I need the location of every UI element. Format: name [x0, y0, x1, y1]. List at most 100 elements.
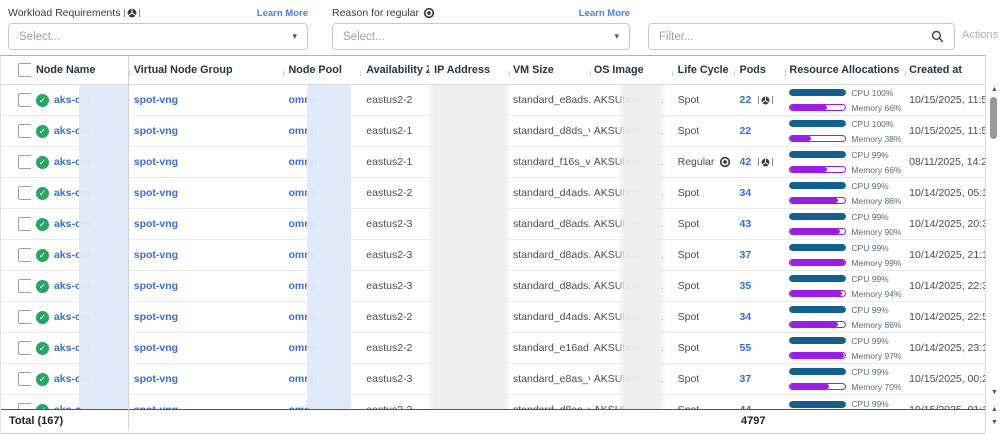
redacted-node-pool-strip	[307, 85, 351, 409]
created-at-cell: 10/15/2025, 00:2...	[905, 373, 985, 385]
row-checkbox[interactable]	[18, 372, 31, 386]
pods-count-link[interactable]: 35	[740, 280, 752, 292]
vm-size-cell: standard_e8ads...	[509, 94, 590, 106]
col-header-ip-address[interactable]: IP Address	[429, 64, 509, 76]
resource-allocations-cell: CPU 99% Memory 97%	[785, 336, 905, 361]
memory-bar-row: Memory 66%	[789, 103, 901, 113]
pods-count-link[interactable]: 22	[740, 94, 752, 106]
memory-usage-fill	[790, 136, 811, 141]
memory-usage-bar	[789, 290, 846, 297]
resource-bars: CPU 99% Memory 90%	[789, 212, 901, 237]
virtual-node-group-link[interactable]: spot-vng	[134, 249, 178, 261]
life-cycle-cell: Spot	[672, 373, 734, 385]
pods-count-link[interactable]: 34	[740, 311, 752, 323]
actions-button[interactable]: Actions	[962, 29, 998, 41]
virtual-node-group-link[interactable]: spot-vng	[134, 342, 178, 354]
vm-size-cell: standard_d4ads...	[509, 311, 590, 323]
row-checkbox[interactable]	[18, 217, 31, 231]
memory-bar-row: Memory 94%	[789, 289, 901, 299]
col-header-life-cycle[interactable]: Life Cycle	[672, 64, 734, 76]
cpu-usage-bar	[789, 151, 846, 158]
row-checkbox[interactable]	[18, 93, 31, 107]
vm-size-cell: standard_d8ads...	[509, 249, 590, 261]
filter-placeholder: Filter...	[659, 31, 931, 43]
col-header-os-image[interactable]: OS Image	[590, 64, 672, 76]
vm-size-cell: standard_f16s_v2	[509, 156, 590, 168]
availability-zone-cell: eastus2-3	[360, 280, 429, 292]
life-cycle-text: Spot	[678, 187, 700, 199]
virtual-node-group-link[interactable]: spot-vng	[134, 94, 178, 106]
memory-bar-row: Memory 38%	[789, 134, 901, 144]
cpu-usage-fill	[789, 401, 845, 408]
memory-usage-fill	[790, 322, 837, 327]
col-header-virtual-node-group[interactable]: Virtual Node Group	[129, 64, 284, 76]
pods-cell: 22	[734, 125, 786, 137]
resource-bars: CPU 99% Memory 94%	[789, 274, 901, 299]
col-header-availability-zone[interactable]: Availability Zone	[360, 64, 429, 76]
row-checkbox[interactable]	[18, 279, 31, 293]
col-header-node-pool[interactable]: Node Pool	[283, 64, 360, 76]
virtual-node-group-link[interactable]: spot-vng	[134, 280, 178, 292]
filter-input[interactable]: Filter...	[648, 23, 955, 50]
cpu-usage-label: CPU 100%	[851, 88, 893, 98]
memory-usage-bar	[789, 166, 846, 173]
select-all-checkbox[interactable]	[18, 63, 31, 77]
created-at-cell: 10/15/2025, 11:53...	[905, 125, 985, 137]
cpu-usage-label: CPU 99%	[851, 367, 888, 377]
pods-count-link[interactable]: 42	[740, 156, 752, 168]
pods-count-link[interactable]: 37	[740, 249, 752, 261]
created-at-cell: 08/11/2025, 14:2...	[905, 156, 985, 168]
pods-count-link[interactable]: 55	[740, 342, 752, 354]
cpu-usage-label: CPU 99%	[851, 181, 888, 191]
col-header-created-at[interactable]: Created at	[905, 64, 985, 76]
os-image-tail: .	[661, 373, 672, 385]
regular-reason-icon	[423, 7, 435, 19]
availability-zone-cell: eastus2-3	[360, 373, 429, 385]
pods-count-link[interactable]: 22	[740, 125, 752, 137]
workload-requirements-select[interactable]: Select... ▾	[8, 23, 308, 50]
scroll-down-button[interactable]: ▼	[989, 389, 1000, 396]
memory-usage-bar	[789, 104, 846, 111]
col-header-vm-size[interactable]: VM Size	[509, 64, 590, 76]
memory-usage-bar	[789, 352, 846, 359]
row-checkbox[interactable]	[18, 186, 31, 200]
col-header-node-name[interactable]: Node Name	[31, 64, 129, 76]
cpu-bar-row: CPU 100%	[789, 88, 901, 98]
cpu-usage-label: CPU 99%	[851, 150, 888, 160]
vertical-scrollbar-thumb[interactable]	[990, 97, 997, 139]
row-checkbox[interactable]	[18, 341, 31, 355]
virtual-node-group-link[interactable]: spot-vng	[134, 187, 178, 199]
row-checkbox[interactable]	[18, 124, 31, 138]
scroll-up-button[interactable]: ▲	[989, 86, 1000, 93]
resource-bars: CPU 99% Memory 97%	[789, 336, 901, 361]
col-header-pods[interactable]: Pods	[734, 64, 786, 76]
resource-bars: CPU 99% Memory 66%	[789, 150, 901, 175]
outer-scroll-up-button[interactable]: ▲	[989, 406, 1000, 413]
virtual-node-group-link[interactable]: spot-vng	[134, 125, 178, 137]
outer-scroll-down-button[interactable]: ▼	[989, 419, 1000, 426]
reason-learn-more-link[interactable]: Learn More	[579, 8, 630, 19]
virtual-node-group-link[interactable]: spot-vng	[134, 218, 178, 230]
workload-learn-more-link[interactable]: Learn More	[257, 8, 308, 19]
pods-count-link[interactable]: 34	[740, 187, 752, 199]
row-checkbox[interactable]	[18, 248, 31, 262]
virtual-node-group-link[interactable]: spot-vng	[134, 311, 178, 323]
cpu-bar-row: CPU 99%	[789, 367, 901, 377]
cpu-usage-label: CPU 99%	[851, 243, 888, 253]
memory-usage-bar	[789, 197, 846, 204]
resource-allocations-cell: CPU 99% Memory 86%	[785, 181, 905, 206]
pods-count-link[interactable]: 43	[740, 218, 752, 230]
resource-allocations-cell: CPU 99%	[785, 399, 905, 409]
cpu-bar-row: CPU 99%	[789, 243, 901, 253]
node-healthy-icon: ✓	[36, 187, 49, 200]
virtual-node-group-link[interactable]: spot-vng	[134, 156, 178, 168]
reason-for-regular-select[interactable]: Select... ▾	[332, 23, 630, 50]
cpu-usage-label: CPU 99%	[851, 274, 888, 284]
memory-bar-row: Memory 99%	[789, 258, 901, 268]
row-checkbox[interactable]	[18, 310, 31, 324]
pods-count-link[interactable]: 37	[740, 373, 752, 385]
col-header-resource-allocations[interactable]: Resource Allocations ↓ ≡	[785, 63, 905, 77]
memory-bar-row: Memory 70%	[789, 382, 901, 392]
virtual-node-group-link[interactable]: spot-vng	[134, 373, 178, 385]
row-checkbox[interactable]	[18, 155, 31, 169]
